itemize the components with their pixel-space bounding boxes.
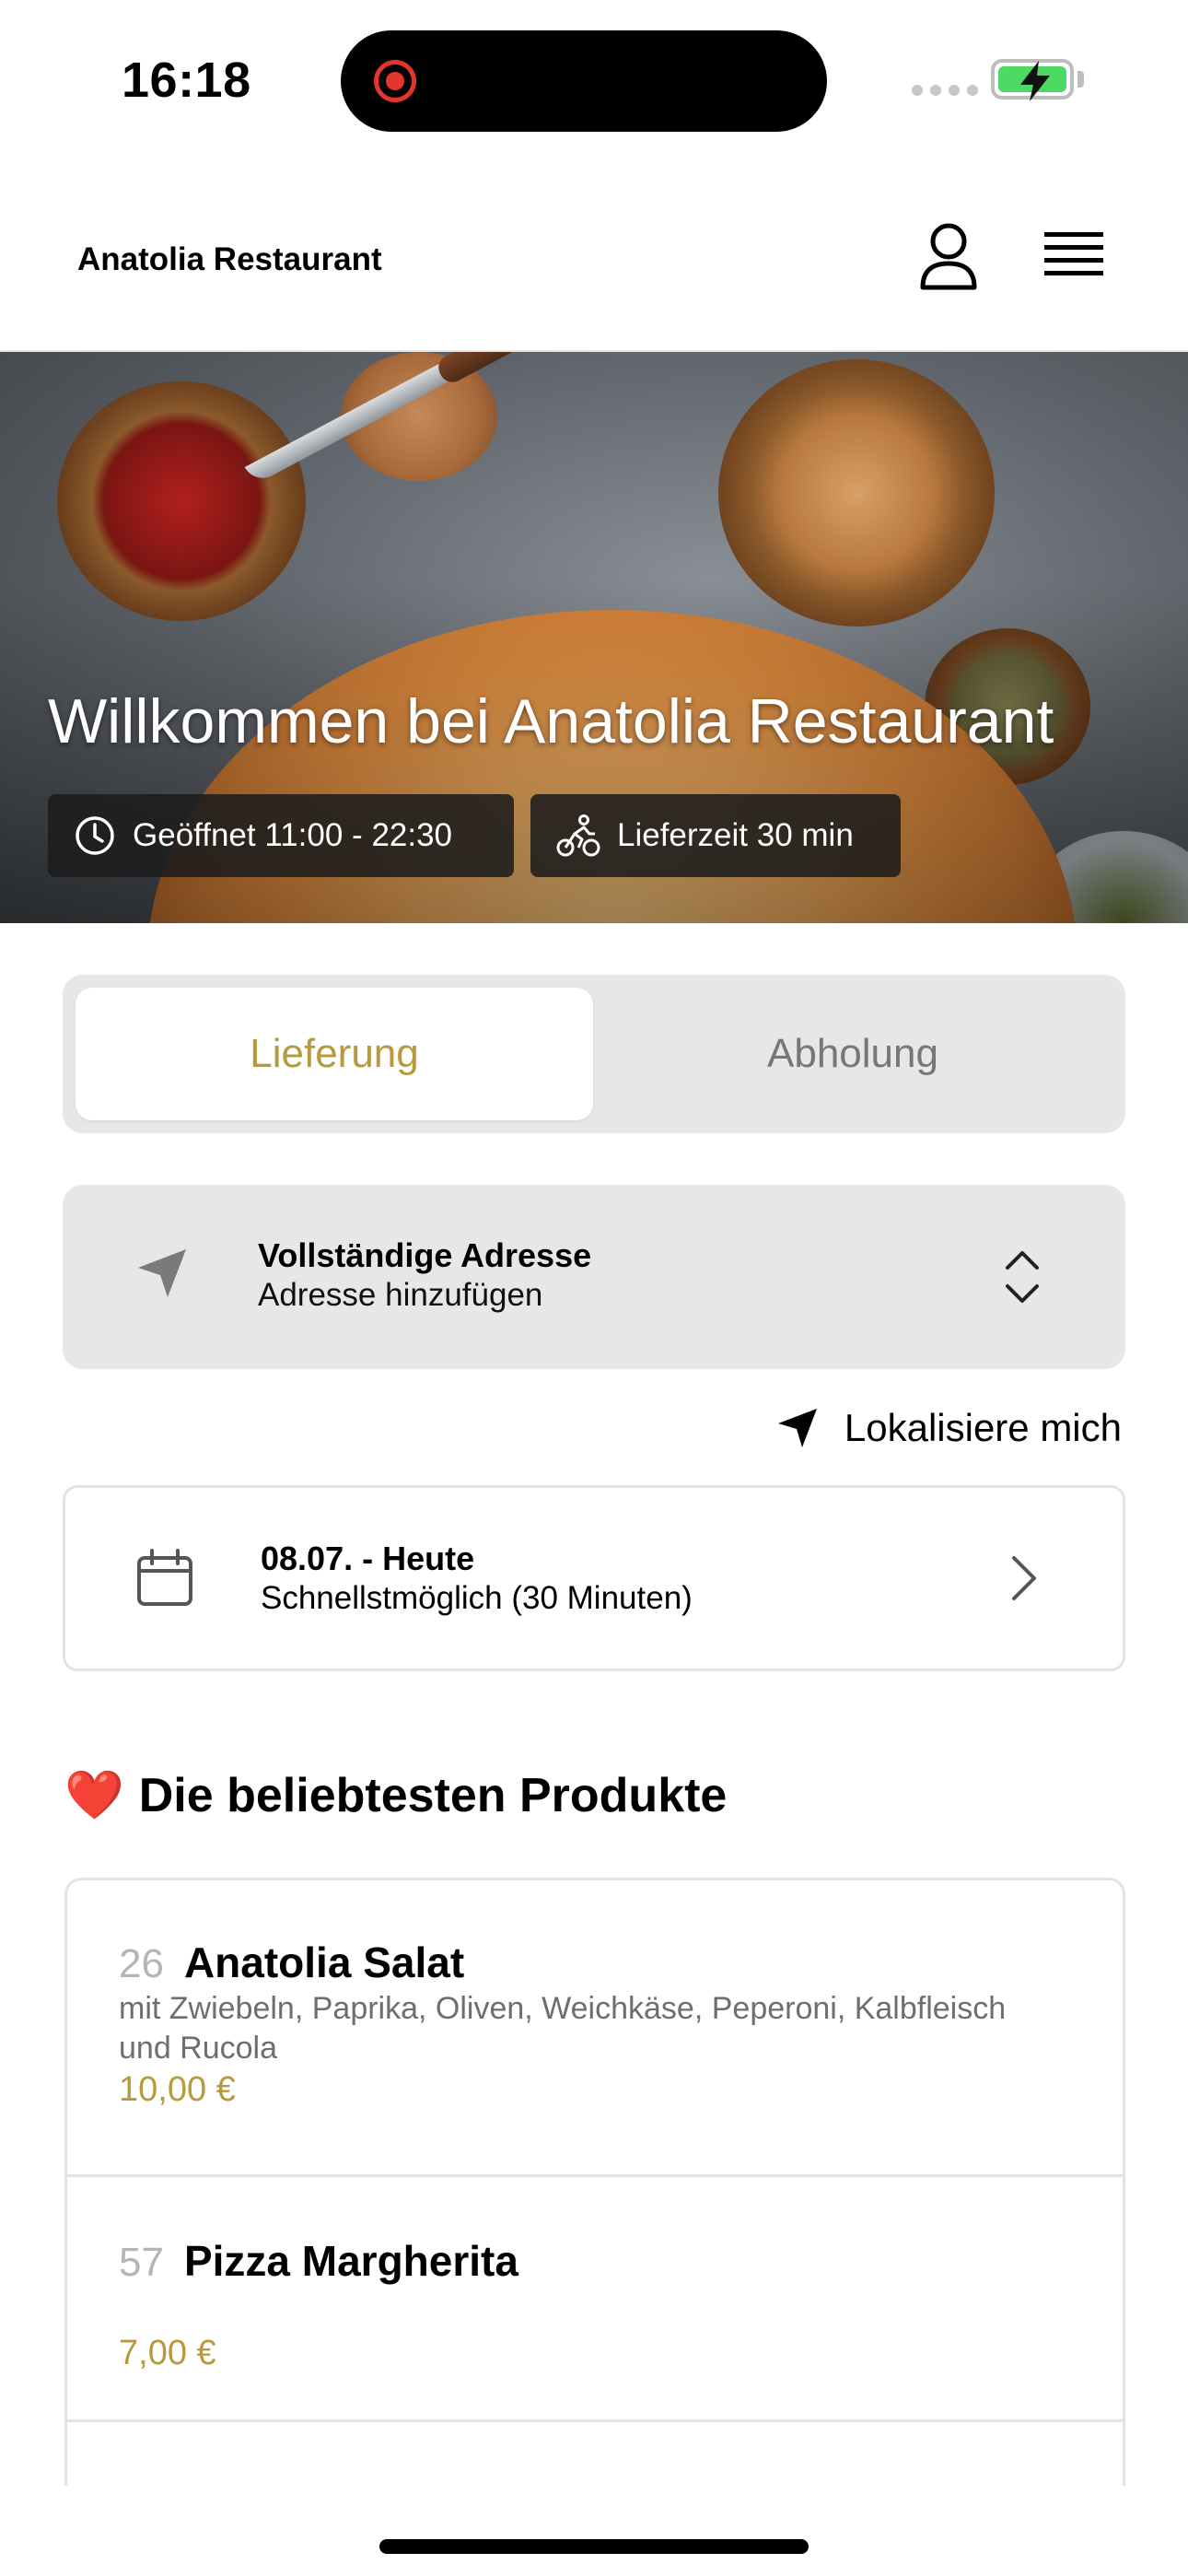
product-number: 57 [119, 2240, 164, 2285]
delivery-time-selector[interactable]: 08.07. - Heute Schnellstmöglich (30 Minu… [63, 1485, 1125, 1671]
delivery-date: 08.07. - Heute [261, 1540, 475, 1577]
battery-charging-icon [991, 59, 1074, 101]
product-item[interactable]: 57 Pizza Margherita 7,00 € [67, 2177, 1123, 2422]
product-price: 10,00 € [119, 2070, 236, 2109]
menu-button[interactable] [1042, 228, 1105, 284]
delivery-slot: Schnellstmöglich (30 Minuten) [261, 1580, 693, 1616]
hero-title: Willkommen bei Anatolia Restaurant [48, 686, 1054, 756]
recording-icon [374, 60, 416, 102]
home-indicator[interactable] [379, 2539, 809, 2554]
navigation-arrow-icon [777, 1409, 817, 1447]
address-selector[interactable]: Vollständige Adresse Adresse hinzufügen [63, 1185, 1125, 1369]
chevron-up-down-icon [1006, 1251, 1039, 1303]
clock-icon [76, 816, 114, 855]
product-description: mit Zwiebeln, Paprika, Oliven, Weichkäse… [119, 1991, 1007, 2066]
status-bar: 16:18 [0, 0, 1188, 157]
popular-products-heading: ❤️ Die beliebtesten Produkte [64, 1767, 727, 1823]
product-item[interactable]: 26 Anatolia Salat mit Zwiebeln, Paprika,… [67, 1880, 1123, 2177]
restaurant-name[interactable]: Anatolia Restaurant [77, 241, 382, 278]
product-price: 7,00 € [119, 2334, 216, 2372]
account-button[interactable] [917, 221, 980, 291]
popular-products-list: 26 Anatolia Salat mit Zwiebeln, Paprika,… [64, 1878, 1125, 2486]
order-mode-toggle: Lieferung Abholung [63, 975, 1125, 1133]
product-name: Pizza Margherita [183, 2237, 518, 2285]
chevron-right-icon [1012, 1556, 1036, 1600]
calendar-icon [137, 1549, 192, 1606]
product-item[interactable] [67, 2422, 1123, 2486]
opening-hours-badge: Geöffnet 11:00 - 22:30 [48, 794, 514, 877]
heart-icon: ❤️ [64, 1769, 124, 1822]
battery-cap [1077, 71, 1084, 88]
product-number: 26 [119, 1941, 164, 1986]
locate-me-label: Lokalisiere mich [844, 1406, 1122, 1449]
product-name: Anatolia Salat [183, 1938, 465, 1986]
delivery-time-badge: Lieferzeit 30 min [530, 794, 901, 877]
dynamic-island [341, 30, 827, 132]
hero-banner: Willkommen bei Anatolia Restaurant Geöff… [0, 352, 1188, 923]
tab-delivery[interactable]: Lieferung [76, 988, 593, 1120]
location-arrow-icon [138, 1249, 186, 1297]
address-placeholder: Adresse hinzufügen [258, 1277, 543, 1313]
user-icon [920, 223, 977, 290]
popular-products-title: Die beliebtesten Produkte [138, 1768, 728, 1822]
delivery-time-text: Lieferzeit 30 min [617, 817, 854, 853]
bicycle-courier-icon [556, 814, 600, 857]
cellular-signal-icon [912, 85, 978, 96]
app-header: Anatolia Restaurant [0, 184, 1188, 352]
menu-icon [1044, 232, 1103, 275]
status-time: 16:18 [122, 53, 251, 108]
opening-hours-text: Geöffnet 11:00 - 22:30 [133, 817, 453, 853]
locate-me-button[interactable]: Lokalisiere mich [776, 1400, 1122, 1456]
tab-pickup[interactable]: Abholung [593, 988, 1112, 1120]
address-title: Vollständige Adresse [258, 1236, 592, 1274]
